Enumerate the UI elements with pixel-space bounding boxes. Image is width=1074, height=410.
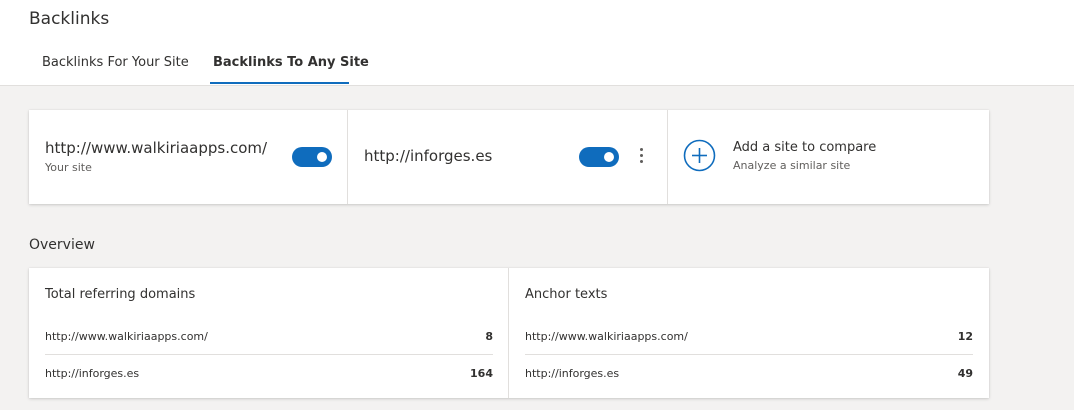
panel-title: Total referring domains — [45, 287, 196, 302]
row-value: 49 — [957, 367, 973, 380]
site-url: http://inforges.es — [364, 147, 493, 165]
site-cell-competitor: http://inforges.es — [348, 110, 668, 204]
site-toggle-competitor[interactable] — [579, 147, 619, 167]
overview-title: Overview — [29, 237, 95, 253]
add-site-title[interactable]: Add a site to compare — [733, 140, 876, 155]
site-toggle-own[interactable] — [292, 147, 332, 167]
page-header: Backlinks Backlinks For Your Site Backli… — [0, 0, 1074, 86]
overview-card: Total referring domains http://www.walki… — [29, 268, 989, 398]
site-cell-own: http://www.walkiriaapps.com/ Your site — [29, 110, 348, 204]
row-site: http://www.walkiriaapps.com/ — [45, 330, 208, 343]
toggle-knob — [317, 152, 327, 162]
toggle-knob — [604, 152, 614, 162]
anchor-texts-panel: Anchor texts http://www.walkiriaapps.com… — [509, 268, 989, 398]
table-row: http://www.walkiriaapps.com/ 12 — [525, 319, 973, 355]
table-row: http://inforges.es 49 — [525, 356, 973, 392]
more-options-icon[interactable] — [638, 146, 646, 166]
referring-domains-panel: Total referring domains http://www.walki… — [29, 268, 509, 398]
table-row: http://www.walkiriaapps.com/ 8 — [45, 319, 493, 355]
row-site: http://inforges.es — [45, 367, 140, 380]
add-site-cell[interactable]: Add a site to compare Analyze a similar … — [668, 110, 989, 204]
site-subtitle: Your site — [45, 161, 92, 174]
tab-backlinks-for-your-site[interactable]: Backlinks For Your Site — [42, 55, 189, 85]
row-site: http://inforges.es — [525, 367, 620, 380]
active-tab-indicator — [210, 82, 349, 84]
tab-backlinks-to-any-site[interactable]: Backlinks To Any Site — [210, 55, 372, 85]
site-url: http://www.walkiriaapps.com/ — [45, 139, 268, 157]
row-site: http://www.walkiriaapps.com/ — [525, 330, 688, 343]
table-row: http://inforges.es 164 — [45, 356, 493, 392]
row-value: 8 — [485, 330, 493, 343]
add-site-subtitle: Analyze a similar site — [733, 159, 851, 172]
row-value: 164 — [470, 367, 493, 380]
plus-circle-icon[interactable] — [683, 139, 716, 172]
panel-title: Anchor texts — [525, 287, 608, 302]
page-title: Backlinks — [29, 9, 110, 29]
sites-comparison-card: http://www.walkiriaapps.com/ Your site h… — [29, 110, 989, 204]
row-value: 12 — [957, 330, 973, 343]
